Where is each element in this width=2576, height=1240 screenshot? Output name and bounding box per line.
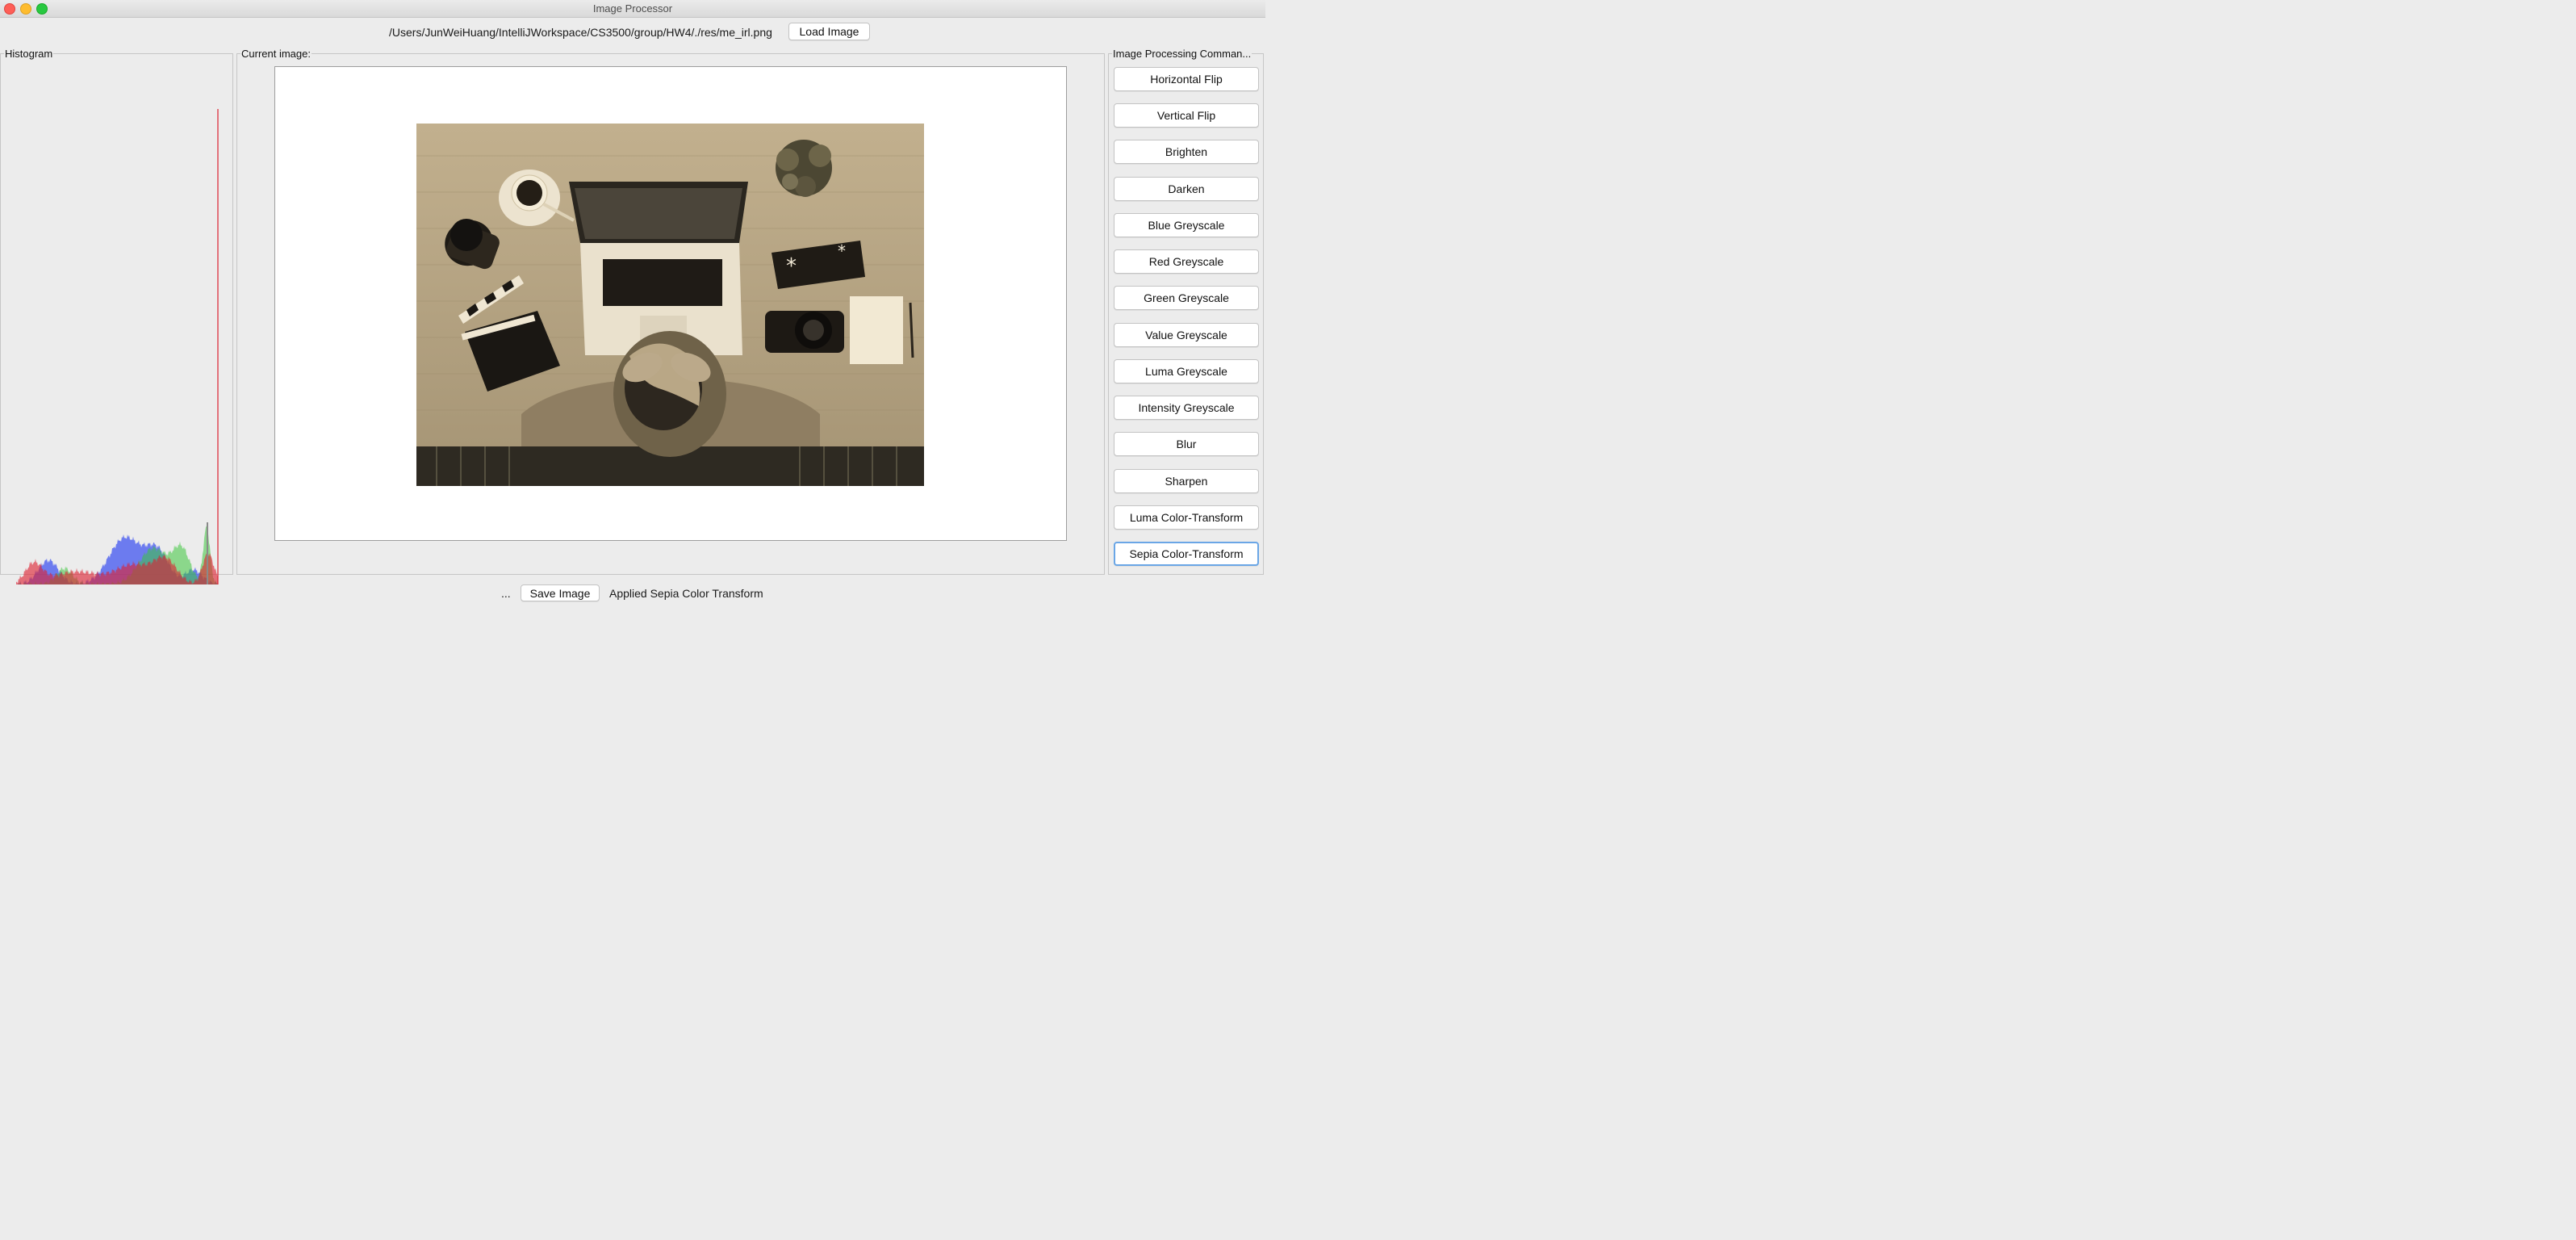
window-maximize-button[interactable] [36, 3, 48, 15]
top-toolbar: /Users/JunWeiHuang/IntelliJWorkspace/CS3… [0, 18, 1265, 45]
window-title: Image Processor [592, 2, 673, 15]
horizontal-flip-button[interactable]: Horizontal Flip [1114, 67, 1259, 91]
laptop [569, 182, 748, 355]
bottom-bar: ... Save Image Applied Sepia Color Trans… [0, 578, 1265, 607]
load-image-button[interactable]: Load Image [788, 23, 870, 40]
save-image-button[interactable]: Save Image [521, 584, 600, 601]
window-minimize-button[interactable] [20, 3, 31, 15]
intensity-greyscale-button[interactable]: Intensity Greyscale [1114, 396, 1259, 420]
window-close-button[interactable] [4, 3, 15, 15]
sharpen-button[interactable]: Sharpen [1114, 469, 1259, 493]
darken-button[interactable]: Darken [1114, 177, 1259, 201]
luma-greyscale-button[interactable]: Luma Greyscale [1114, 359, 1259, 383]
vertical-flip-button[interactable]: Vertical Flip [1114, 103, 1259, 128]
status-message: Applied Sepia Color Transform [609, 587, 763, 600]
image-panel-title: Current image: [241, 48, 311, 60]
window-titlebar: Image Processor [0, 0, 1265, 18]
image-canvas: * * [274, 66, 1067, 541]
sepia-color-transform-button[interactable]: Sepia Color-Transform [1114, 542, 1259, 566]
green-greyscale-button[interactable]: Green Greyscale [1114, 286, 1259, 310]
current-image: * * [416, 124, 924, 486]
svg-text:*: * [786, 254, 797, 279]
red-greyscale-button[interactable]: Red Greyscale [1114, 249, 1259, 274]
camera [765, 311, 844, 353]
commands-panel-title: Image Processing Comman... [1113, 48, 1252, 60]
blue-greyscale-button[interactable]: Blue Greyscale [1114, 213, 1259, 237]
file-path-label: /Users/JunWeiHuang/IntelliJWorkspace/CS3… [389, 26, 772, 39]
value-greyscale-button[interactable]: Value Greyscale [1114, 323, 1259, 347]
histogram-title: Histogram [5, 48, 53, 60]
luma-color-transform-button[interactable]: Luma Color-Transform [1114, 505, 1259, 530]
svg-text:*: * [838, 241, 846, 261]
histogram-chart [16, 109, 219, 584]
histogram-panel: Histogram [0, 48, 233, 584]
brighten-button[interactable]: Brighten [1114, 140, 1259, 164]
ellipsis-label: ... [501, 587, 511, 600]
blur-button[interactable]: Blur [1114, 432, 1259, 456]
